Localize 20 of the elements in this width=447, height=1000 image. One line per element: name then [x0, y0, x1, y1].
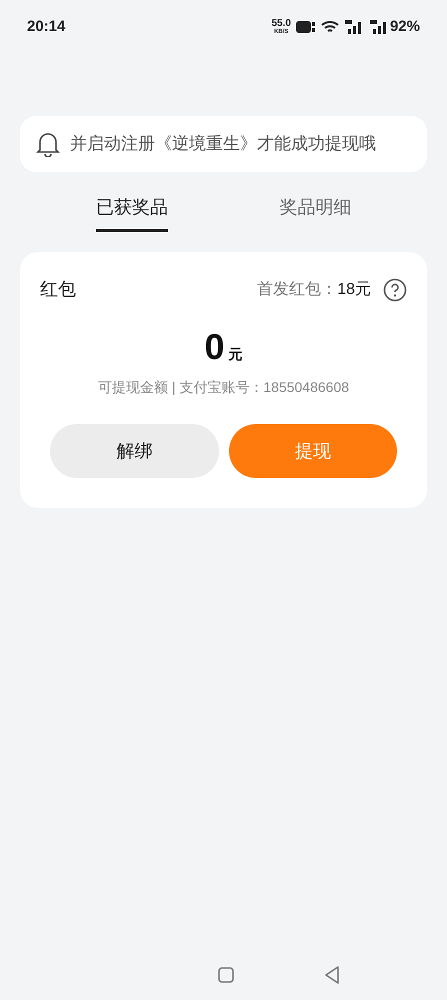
- bonus-text: 首发红包：18元: [257, 280, 371, 300]
- clock-time: 20:14: [27, 16, 66, 37]
- help-icon[interactable]: [383, 278, 407, 302]
- tab[interactable]: 已获奖品: [96, 194, 168, 232]
- network-speed: 55.0: [272, 19, 291, 29]
- hd-icon: [296, 20, 316, 34]
- signal-icon: [368, 20, 389, 34]
- amount-value: 0: [204, 329, 225, 365]
- wifi-icon: [320, 20, 339, 34]
- notice-text: 并启动注册《逆境重生》才能成功提现哦: [70, 133, 376, 156]
- back-icon[interactable]: [324, 966, 340, 984]
- card-title: 红包: [40, 278, 76, 301]
- tab[interactable]: 奖品明细: [279, 194, 352, 232]
- signal-icon: [344, 20, 364, 34]
- unbind-button[interactable]: 解绑: [50, 424, 218, 478]
- bell-icon: [36, 131, 60, 157]
- home-icon[interactable]: [218, 967, 234, 983]
- battery-level: 92%: [390, 16, 420, 37]
- amount-caption: 可提现金额 | 支付宝账号：18550486608: [98, 378, 350, 397]
- amount-unit: 元: [228, 345, 243, 364]
